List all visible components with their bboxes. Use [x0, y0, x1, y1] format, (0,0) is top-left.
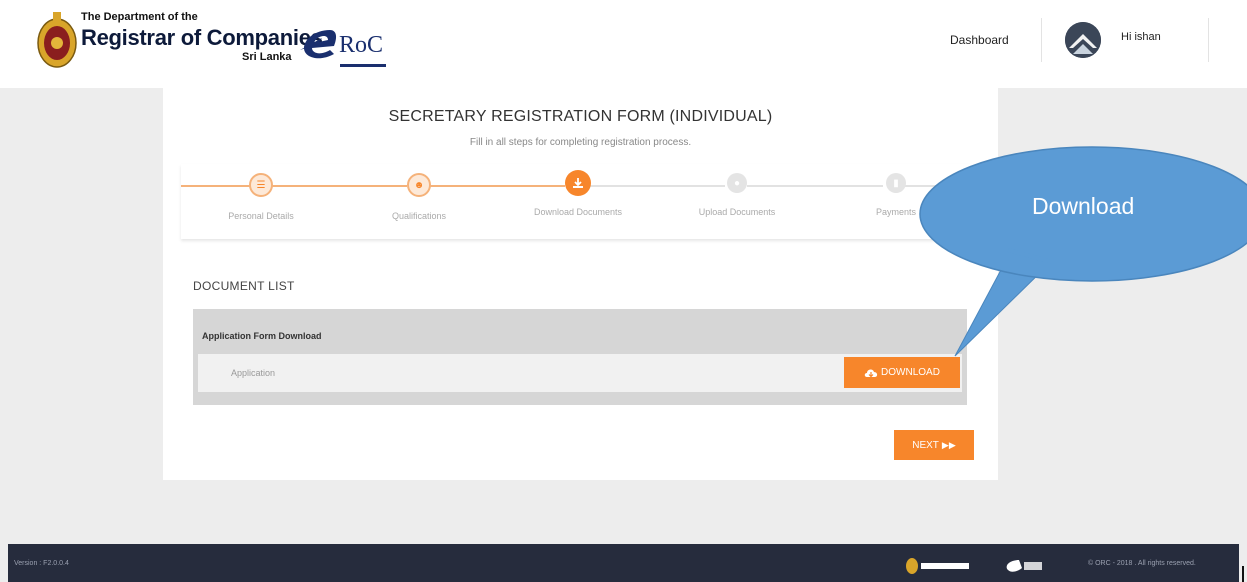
- org-line-3: Sri Lanka: [242, 51, 292, 63]
- org-line-2: Registrar of Companies: [81, 25, 323, 50]
- step-label: Personal Details: [228, 211, 294, 221]
- users-icon: ☻: [407, 173, 431, 197]
- nav-divider: [1208, 18, 1209, 62]
- dashboard-link[interactable]: Dashboard: [950, 33, 1009, 47]
- download-button-label: DOWNLOAD: [881, 367, 940, 378]
- step-label: Download Documents: [533, 207, 623, 217]
- list-icon: ☰: [249, 173, 273, 197]
- org-line-1: The Department of the: [81, 11, 198, 23]
- nav-divider: [1041, 18, 1042, 62]
- registration-form-card: SECRETARY REGISTRATION FORM (INDIVIDUAL)…: [163, 88, 998, 480]
- payment-icon: ▮: [886, 173, 906, 193]
- step-qualifications[interactable]: ☻ Qualifications: [349, 173, 489, 221]
- eroc-logo: RoC: [300, 20, 410, 70]
- next-button-label: NEXT: [912, 439, 939, 451]
- step-upload-documents[interactable]: ● Upload Documents: [667, 173, 807, 217]
- progress-stepper: ☰ Personal Details ☻ Qualifications Down…: [181, 164, 981, 239]
- version-text: Version : F2.0.0.4: [14, 560, 69, 567]
- document-panel-title: Application Form Download: [202, 331, 322, 341]
- eroc-logo-text: RoC: [339, 32, 384, 58]
- step-label: Upload Documents: [698, 207, 776, 217]
- form-title: SECRETARY REGISTRATION FORM (INDIVIDUAL): [388, 108, 773, 125]
- document-row-label: Application: [231, 368, 276, 378]
- user-avatar[interactable]: [1065, 22, 1101, 58]
- step-personal-details[interactable]: ☰ Personal Details: [191, 173, 331, 221]
- top-header: The Department of the Registrar of Compa…: [0, 0, 1247, 88]
- step-label: Payments: [875, 207, 917, 217]
- cloud-download-icon: [864, 368, 878, 377]
- document-panel: Application Form Download Application DO…: [193, 309, 967, 405]
- download-button[interactable]: DOWNLOAD: [844, 357, 960, 388]
- copyright-text: © ORC - 2018 . All rights reserved.: [1088, 560, 1196, 567]
- avatar-image-icon: [1065, 22, 1101, 58]
- callout-text: Download: [1032, 193, 1135, 219]
- step-payments[interactable]: ▮ Payments: [826, 173, 966, 217]
- step-label: Qualifications: [391, 211, 447, 221]
- next-button[interactable]: NEXT ▶▶: [894, 430, 974, 460]
- page-footer: Version : F2.0.0.4 © ORC - 2018 . All ri…: [8, 544, 1239, 582]
- sri-lanka-emblem-logo: [37, 12, 77, 68]
- double-chevron-right-icon: ▶▶: [941, 439, 956, 450]
- download-arrow-icon: [573, 178, 583, 188]
- footer-registrar-logo: [906, 558, 1042, 574]
- upload-icon: ●: [727, 173, 747, 193]
- user-greeting[interactable]: Hi ishan: [1121, 31, 1161, 43]
- download-icon: [565, 170, 591, 196]
- step-download-documents[interactable]: Download Documents: [508, 170, 648, 217]
- form-subtitle: Fill in all steps for completing registr…: [469, 137, 692, 148]
- document-list-heading: DOCUMENT LIST: [193, 279, 295, 293]
- document-row: Application DOWNLOAD: [198, 354, 962, 392]
- edge-mark: [1242, 566, 1244, 582]
